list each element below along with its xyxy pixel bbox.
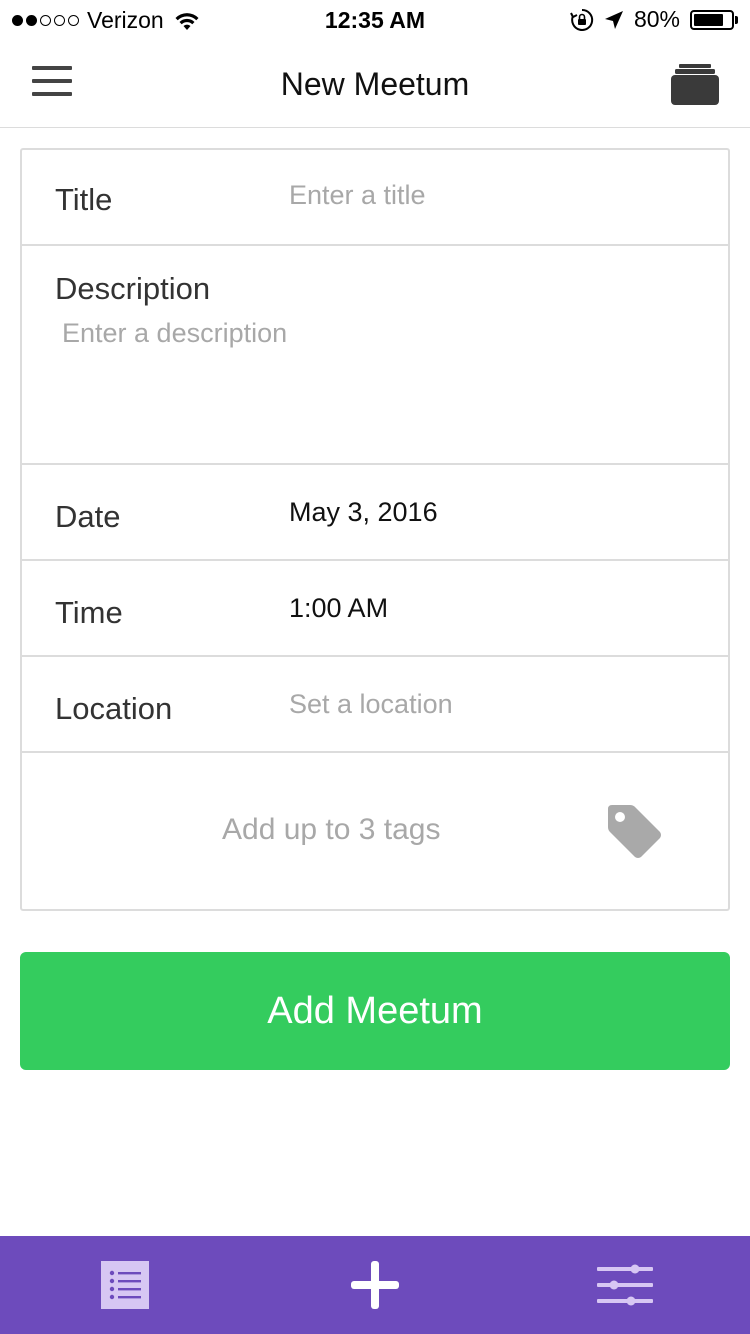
date-value[interactable]: May 3, 2016 [289,497,438,528]
tab-list[interactable] [0,1236,250,1334]
meetum-form: Title Enter a title Description Enter a … [20,148,730,911]
date-row[interactable]: Date May 3, 2016 [22,465,728,561]
archive-icon[interactable] [670,62,720,106]
location-label: Location [55,691,173,726]
tab-bar [0,1236,750,1334]
page-title: New Meetum [280,66,470,102]
location-input[interactable]: Set a location [289,689,453,720]
app-screen: Verizon 12:35 AM 80% New Meetum Title En… [0,0,750,1334]
tab-settings[interactable] [500,1236,750,1334]
list-icon [101,1261,149,1309]
tag-icon[interactable] [604,801,664,861]
sliders-icon [597,1264,653,1306]
status-right: 80% [570,6,738,33]
status-bar: Verizon 12:35 AM 80% [0,0,750,40]
description-label: Description [55,271,211,306]
navigation-bar: New Meetum [0,40,750,128]
title-label: Title [55,182,113,217]
tags-row[interactable]: Add up to 3 tags [22,753,728,913]
add-meetum-button[interactable]: Add Meetum [20,952,730,1070]
plus-icon [351,1261,399,1309]
battery-icon [690,9,738,30]
battery-percent: 80% [633,6,680,32]
location-arrow-icon [604,10,623,29]
tab-add[interactable] [250,1236,500,1334]
time-label: Time [55,595,123,630]
time-row[interactable]: Time 1:00 AM [22,561,728,657]
date-label: Date [55,499,121,534]
time-value[interactable]: 1:00 AM [289,593,388,624]
orientation-lock-icon [570,8,594,31]
tags-input[interactable]: Add up to 3 tags [222,813,441,847]
title-input[interactable]: Enter a title [289,180,426,211]
title-row[interactable]: Title Enter a title [22,150,728,246]
description-row[interactable]: Description Enter a description [22,246,728,465]
description-input[interactable]: Enter a description [62,318,287,349]
location-row[interactable]: Location Set a location [22,657,728,753]
